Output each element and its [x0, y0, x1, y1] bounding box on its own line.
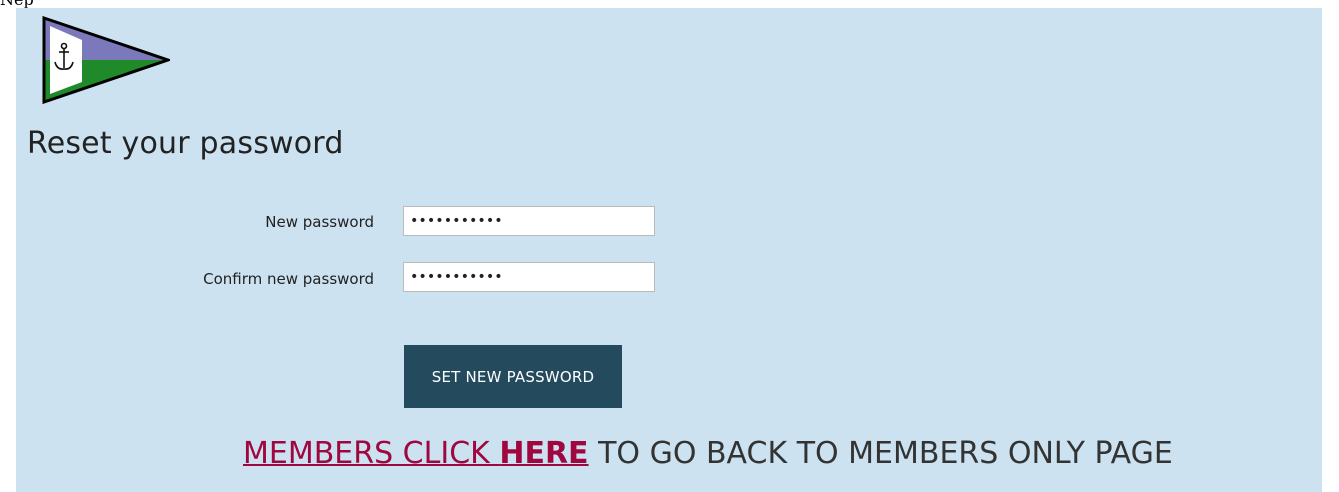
members-here-link[interactable]: MEMBERS CLICK HERE: [243, 436, 589, 471]
new-password-input[interactable]: •••••••••••: [403, 206, 655, 236]
club-burgee-logo: [42, 16, 170, 104]
confirm-password-input[interactable]: •••••••••••: [403, 262, 655, 292]
members-link-suffix: TO GO BACK TO MEMBERS ONLY PAGE: [588, 436, 1173, 471]
members-link-here: HERE: [499, 436, 589, 471]
new-password-label: New password: [265, 213, 374, 231]
members-link-prefix: MEMBERS CLICK: [243, 436, 500, 471]
confirm-password-label: Confirm new password: [203, 270, 374, 288]
members-back-line: MEMBERS CLICK HERE TO GO BACK TO MEMBERS…: [243, 436, 1173, 471]
top-text-fragment: Nep: [0, 0, 34, 8]
page-title: Reset your password: [27, 126, 344, 161]
main-panel: [16, 8, 1322, 492]
set-new-password-button[interactable]: SET NEW PASSWORD: [404, 345, 622, 408]
